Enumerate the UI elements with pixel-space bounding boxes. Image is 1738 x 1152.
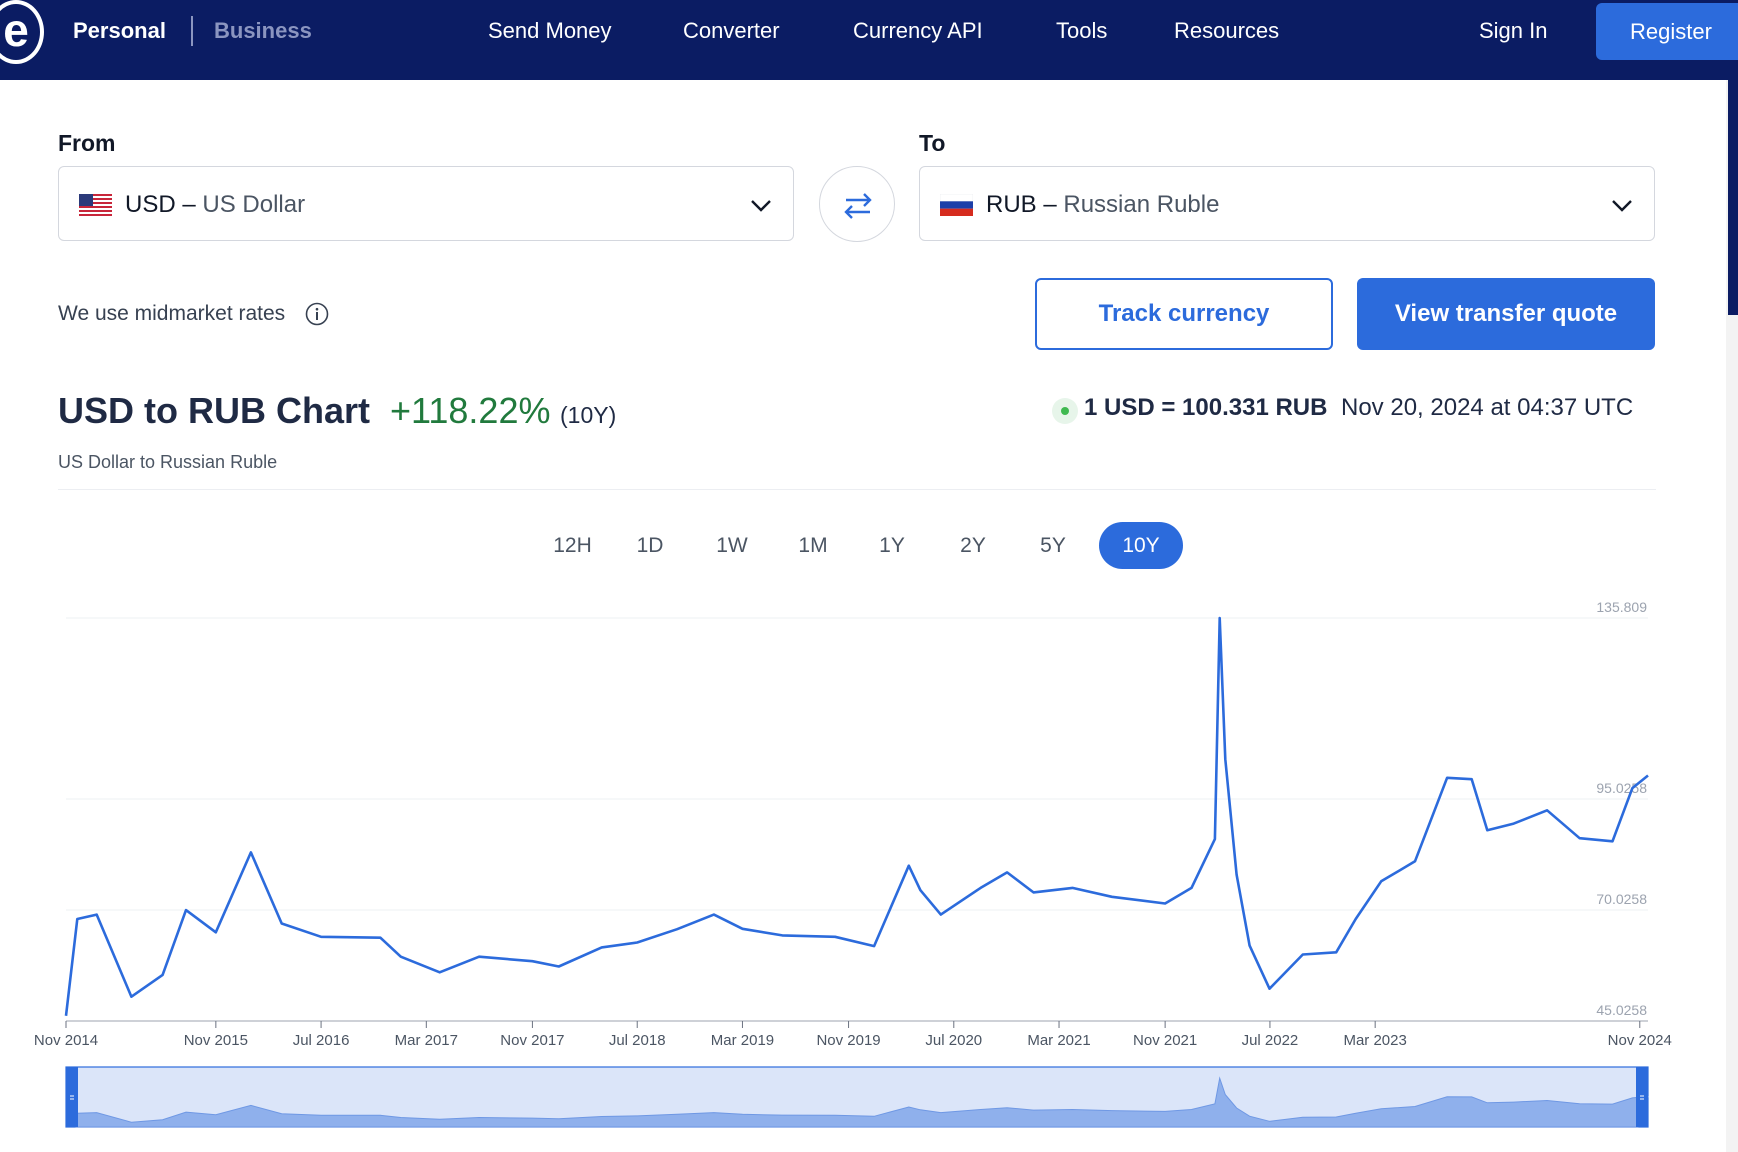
navigator-handle-right[interactable]: [1636, 1067, 1648, 1127]
x-tick-label: Nov 2017: [500, 1032, 564, 1049]
x-tick-label: Nov 2021: [1133, 1032, 1197, 1049]
range-tab-1d[interactable]: 1D: [620, 522, 680, 569]
x-tick-label: Jul 2018: [609, 1032, 666, 1049]
range-tab-1m[interactable]: 1M: [780, 522, 846, 569]
chart-change-percent: +118.22%: [390, 390, 551, 431]
range-tab-2y[interactable]: 2Y: [940, 522, 1006, 569]
x-tick-label: Jul 2016: [293, 1032, 350, 1049]
from-currency-text: USD – US Dollar: [125, 191, 305, 219]
from-currency-code: USD: [125, 191, 176, 218]
range-tab-1w[interactable]: 1W: [699, 522, 765, 569]
range-tab-12h[interactable]: 12H: [535, 522, 610, 569]
from-currency-name: US Dollar: [202, 191, 306, 218]
chevron-down-icon: [751, 200, 771, 212]
register-button[interactable]: Register: [1596, 3, 1738, 60]
to-currency-name: Russian Ruble: [1063, 191, 1220, 218]
navigator-handle-left[interactable]: [66, 1067, 78, 1127]
info-icon[interactable]: [305, 302, 329, 326]
nav-personal[interactable]: Personal: [73, 18, 166, 44]
midmarket-note: We use midmarket rates: [58, 302, 286, 325]
x-tick-label: Mar 2019: [711, 1032, 774, 1049]
to-currency-dash: –: [1043, 191, 1057, 218]
swap-currencies-button[interactable]: [819, 166, 895, 242]
x-tick-label: Mar 2017: [395, 1032, 458, 1049]
divider: [58, 489, 1656, 490]
top-navigation-bar: e Personal Business Send Money Converter…: [0, 0, 1738, 80]
live-status-dot-icon: [1052, 398, 1078, 424]
chart-change-period: (10Y): [560, 402, 617, 428]
chart-subtitle: US Dollar to Russian Ruble: [58, 452, 278, 472]
rate-line-chart[interactable]: 135.80995.025870.025845.0258Nov 2014 Nov …: [0, 600, 1738, 1140]
x-tick-label: Nov 2024: [1608, 1032, 1672, 1049]
x-tick-label: Nov 2015: [184, 1032, 248, 1049]
range-tab-5y[interactable]: 5Y: [1020, 522, 1086, 569]
series-line-usd-rub: [64, 616, 1649, 1016]
chevron-down-icon: [1612, 200, 1632, 212]
view-transfer-quote-button[interactable]: View transfer quote: [1357, 278, 1655, 350]
track-currency-button[interactable]: Track currency: [1035, 278, 1333, 350]
current-rate: 1 USD = 100.331 RUB: [1084, 394, 1328, 421]
from-currency-select[interactable]: USD – US Dollar: [58, 166, 794, 241]
x-tick-label: Nov 2014: [34, 1032, 98, 1049]
x-tick-label: Mar 2021: [1027, 1032, 1090, 1049]
sign-in-link[interactable]: Sign In: [1479, 18, 1548, 44]
nav-tools[interactable]: Tools: [1056, 18, 1107, 44]
rate-timestamp: Nov 20, 2024 at 04:37 UTC: [1341, 394, 1634, 421]
y-tick-label: 70.0258: [1596, 891, 1647, 907]
from-currency-dash: –: [182, 191, 196, 218]
x-tick-label: Jul 2020: [925, 1032, 982, 1049]
brand-logo[interactable]: e: [0, 0, 44, 64]
scrollbar-thumb[interactable]: [1728, 80, 1738, 315]
to-currency-select[interactable]: RUB – Russian Ruble: [919, 166, 1655, 241]
chart-title: USD to RUB Chart: [58, 390, 370, 431]
nav-resources[interactable]: Resources: [1174, 18, 1279, 44]
range-tab-10y[interactable]: 10Y: [1099, 522, 1183, 569]
y-tick-label: 135.809: [1596, 600, 1647, 615]
nav-business[interactable]: Business: [214, 18, 312, 44]
to-label: To: [919, 130, 946, 156]
range-tab-1y[interactable]: 1Y: [862, 522, 922, 569]
x-tick-label: Jul 2022: [1242, 1032, 1299, 1049]
to-currency-code: RUB: [986, 191, 1037, 218]
from-label: From: [58, 130, 116, 156]
nav-divider: [191, 16, 193, 46]
ru-flag-icon: [940, 194, 973, 216]
nav-send-money[interactable]: Send Money: [488, 18, 612, 44]
nav-converter[interactable]: Converter: [683, 18, 780, 44]
x-tick-label: Mar 2023: [1343, 1032, 1406, 1049]
x-tick-label: Nov 2019: [816, 1032, 880, 1049]
y-tick-label: 45.0258: [1596, 1002, 1647, 1018]
to-currency-text: RUB – Russian Ruble: [986, 191, 1219, 219]
swap-arrows-icon: [844, 193, 872, 219]
us-flag-icon: [79, 194, 112, 216]
nav-currency-api[interactable]: Currency API: [853, 18, 983, 44]
